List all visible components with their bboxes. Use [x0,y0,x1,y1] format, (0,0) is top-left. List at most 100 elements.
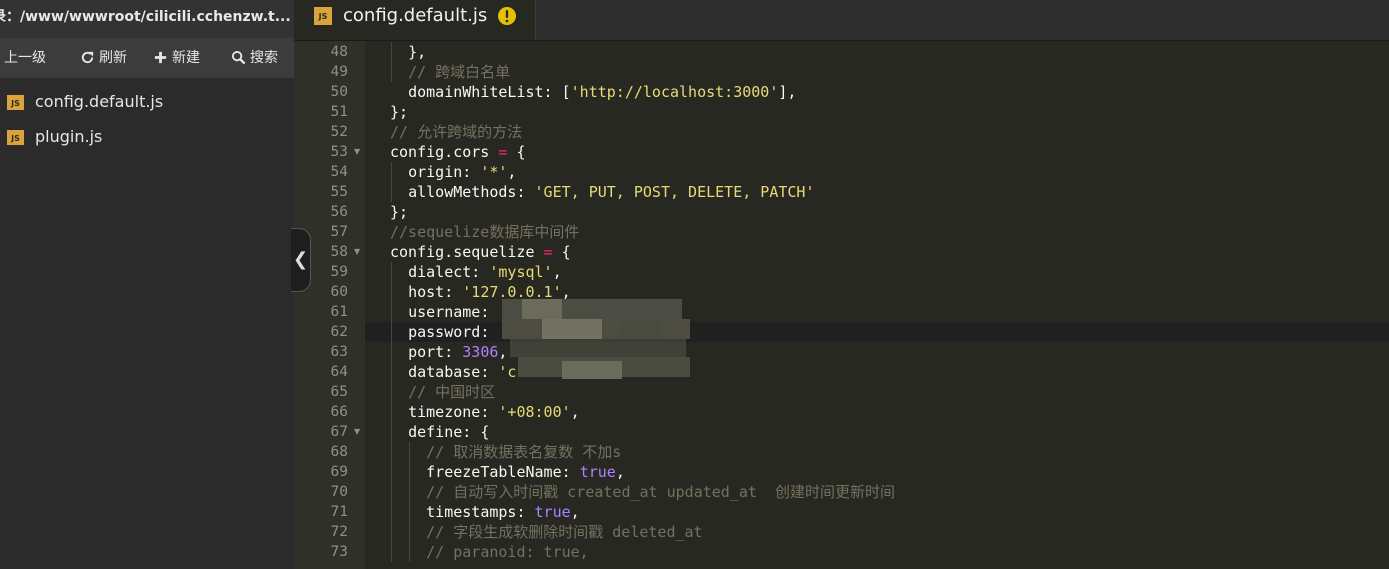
code-key: port [408,343,445,361]
js-file-icon: JS [7,95,24,110]
code-punct: : [561,463,580,481]
warning-icon[interactable] [497,6,517,26]
search-icon [231,50,246,65]
refresh-label: 刷新 [99,50,127,66]
line-number: 61 [330,304,348,320]
search-button[interactable]: 搜索 [231,38,278,78]
code-punct: : [516,503,535,521]
code-punct: : [480,403,499,421]
code-punct: ], [778,83,797,101]
file-item-config-default[interactable]: JS config.default.js [0,85,294,119]
code-line: // paranoid: true, [426,542,589,562]
code-line: // 中国时区 [408,382,495,402]
file-name: config.default.js [35,92,164,111]
code-line: define: { [408,422,489,442]
code-punct: , [570,503,580,521]
chevron-left-icon: ❮ [292,249,309,270]
line-number: 72 [330,524,348,540]
code-punct: : [471,263,490,281]
line-number: 53 [330,144,348,160]
tab-config-default[interactable]: JS config.default.js [294,0,536,40]
refresh-icon [81,51,94,64]
code-comment: // 允许跨域的方法 [390,123,523,141]
js-file-icon: JS [314,7,332,25]
fold-arrow-icon: ▼ [354,147,361,156]
code-punct: : [480,303,490,321]
line-number: 64 [330,364,348,380]
code-key: username [408,303,481,321]
line-number: 71 [330,504,348,520]
indent-guide [391,162,392,202]
code-comment: // 中国时区 [408,383,496,401]
code-punct: : [480,323,490,341]
current-directory-path: 录：/www/wwwroot/cilicili.cchenzw.t... [0,0,294,38]
code-object: config.cors [390,143,490,161]
code-punct: : [480,363,499,381]
line-number: 69 [330,464,348,480]
code-punct: { [480,423,490,441]
up-level-label: 上一级 [4,50,46,66]
code-string: '*' [480,163,508,181]
code-punct: , [615,463,625,481]
indent-guide [391,262,392,562]
code-key: timestamps [426,503,517,521]
line-number: 50 [330,84,348,100]
code-key: timezone [408,403,481,421]
code-comment: //sequelize数据库中间件 [390,223,580,241]
new-file-button[interactable]: 新建 [153,38,200,78]
code-punct: , [507,163,517,181]
code-operator: = [498,143,508,161]
file-name: plugin.js [35,127,103,146]
plus-icon [154,51,167,64]
code-punct: : [444,343,463,361]
line-number: 55 [330,184,348,200]
code-comment: // 自动写入时间戳 created_at updated_at 创建时间更新时… [426,483,895,501]
code-line: // 允许跨域的方法 [390,122,522,142]
code-line: timestamps: true, [426,502,580,522]
code-comment: // 跨域白名单 [408,63,511,81]
code-key: dialect [408,263,472,281]
code-line: port: 3306, [408,342,507,362]
code-punct: , [552,263,562,281]
file-explorer-sidebar: 录：/www/wwwroot/cilicili.cchenzw.t... 上一级… [0,0,294,569]
code-editor[interactable]: 48 49 50 51 52 53 ▼ 54 55 56 57 58 ▼ 59 60 61 62 63 64 65 66… [294,41,1389,569]
code-punct: : [462,163,481,181]
refresh-button[interactable]: 刷新 [80,38,127,78]
code-comment: // 字段生成软删除时间戳 deleted_at [426,523,703,541]
line-number: 66 [330,404,348,420]
code-punct: , [570,403,580,421]
code-punct: , [417,43,427,61]
tab-title: config.default.js [343,5,488,26]
line-number: 73 [330,544,348,560]
code-text: }; [390,203,409,221]
code-line: }; [390,202,408,222]
code-line: password: [408,322,489,342]
fold-arrow-icon: ▼ [354,427,361,436]
line-number: 62 [330,324,348,340]
code-line: freezeTableName: true, [426,462,625,482]
indent-guide [391,42,392,82]
new-file-label: 新建 [172,50,200,66]
code-string: 'GET, PUT, POST, DELETE, PATCH' [534,183,815,201]
file-item-plugin[interactable]: JS plugin.js [0,120,294,154]
code-key: domainWhiteList [408,83,544,101]
code-line: config.cors = { [390,142,525,162]
code-line: timezone: '+08:00', [408,402,580,422]
code-text: }; [390,103,409,121]
code-boolean: true [579,463,616,481]
line-number: 56 [330,204,348,220]
line-number: 67 [330,424,348,440]
line-number: 48 [330,44,348,60]
up-level-button[interactable]: 上一级 [4,38,46,78]
js-file-icon: JS [7,130,24,145]
code-text: } [408,43,418,61]
file-toolbar: 上一级 刷新 新建 搜索 [0,38,294,78]
code-punct: { [516,143,526,161]
code-line: username: [408,302,489,322]
line-number: 68 [330,444,348,460]
fold-arrow-icon: ▼ [354,247,361,256]
collapse-sidebar-button[interactable]: ❮ [291,228,311,292]
code-line: // 自动写入时间戳 created_at updated_at 创建时间更新时… [426,482,895,502]
code-key: allowMethods [408,183,517,201]
code-string: 'mysql' [489,263,553,281]
